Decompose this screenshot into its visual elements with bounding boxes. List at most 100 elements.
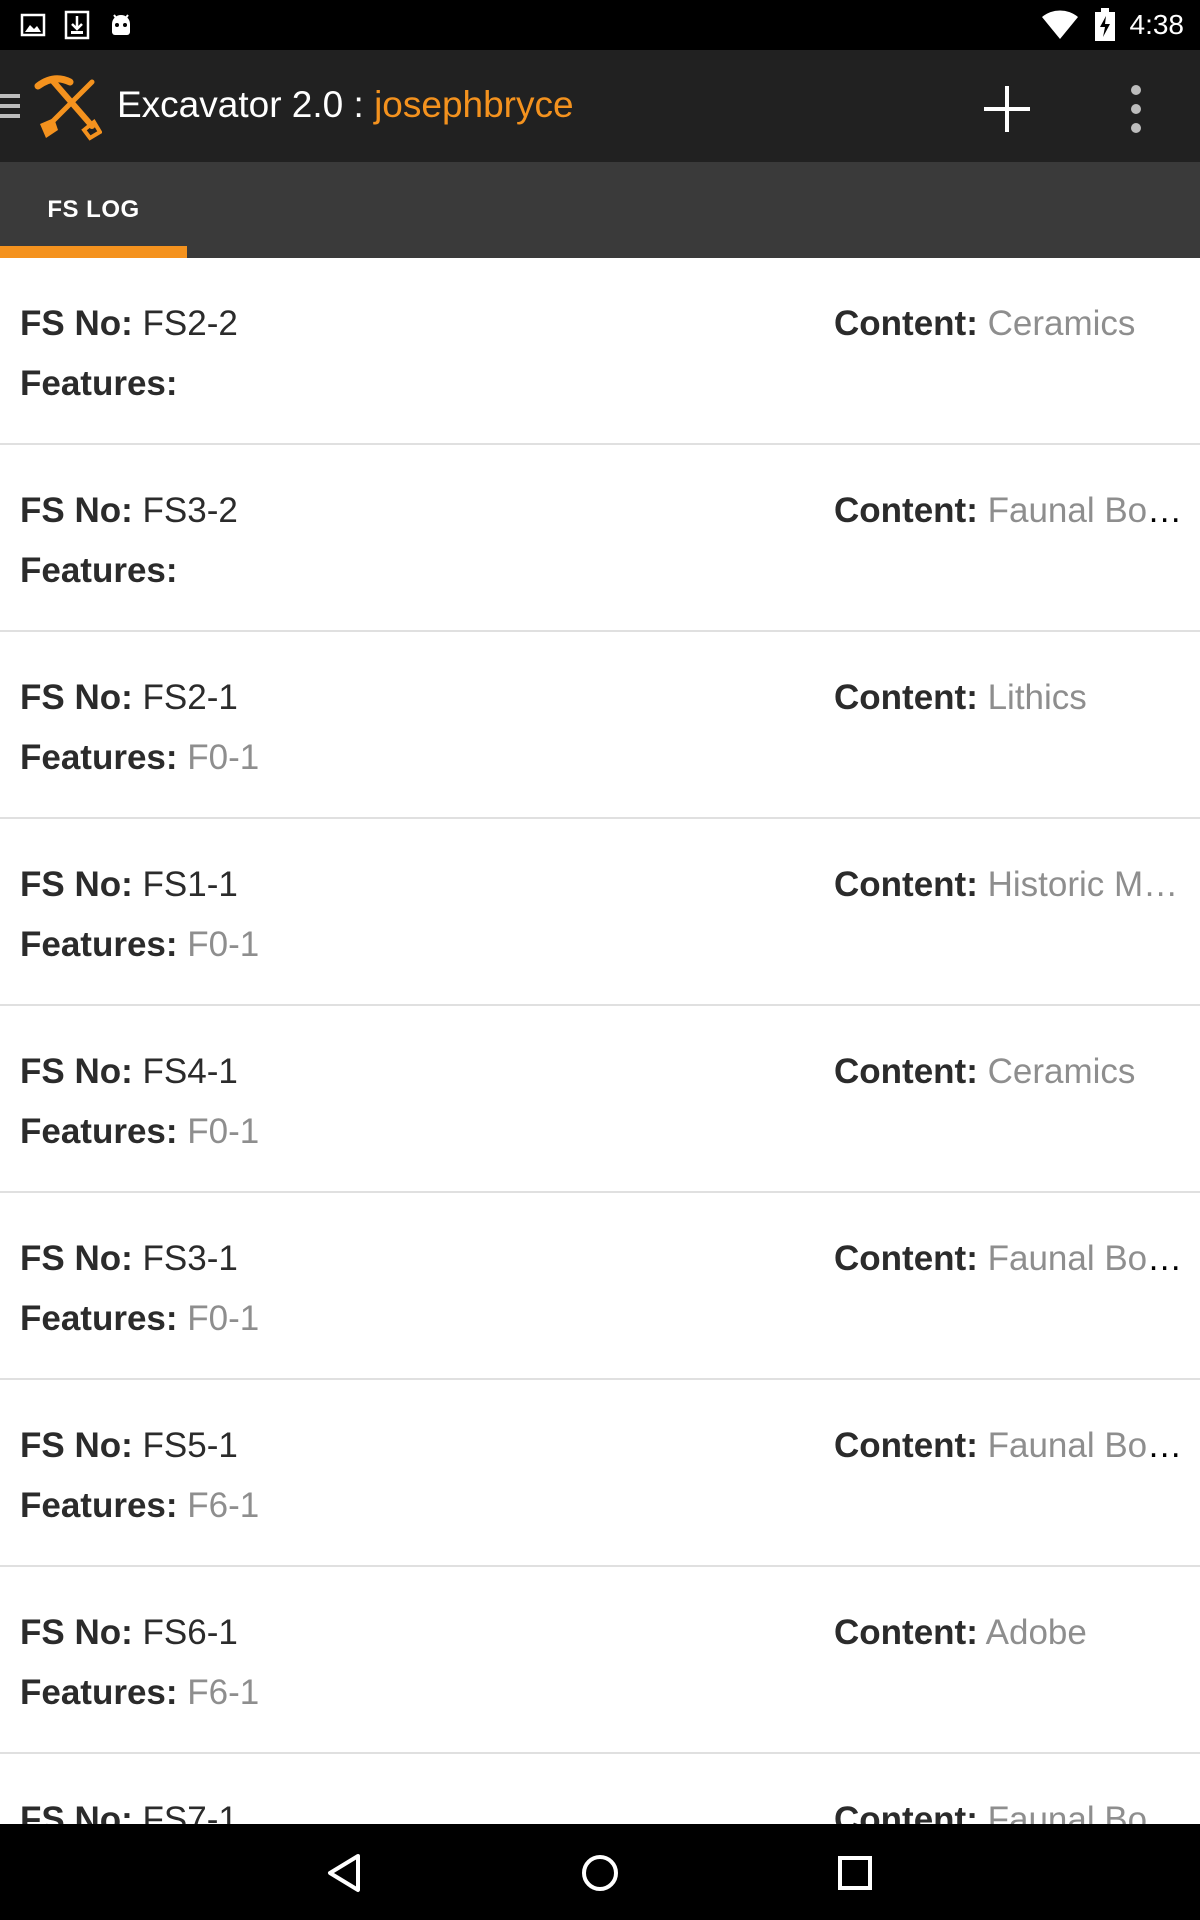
features-field: Features: F0-1 (20, 1112, 259, 1152)
pickaxe-shovel-logo-icon[interactable] (32, 72, 102, 142)
content-value: Faunal Bone (987, 1426, 1184, 1465)
fs-record-row[interactable]: FS No: FS2-1 Features: F0-1 Content: Lithi… (0, 632, 1200, 819)
fs-no-value: FS2-2 (142, 304, 238, 343)
app-bar: Excavator 2.0 : josephbryce (0, 50, 1200, 162)
tab-bar: FS LOG (0, 162, 1200, 258)
username: josephbryce (374, 84, 574, 125)
features-field: Features: F0-1 (20, 925, 259, 965)
content-field: Content: Faunal Bone (834, 1239, 1184, 1279)
content-value: Ceramics (987, 304, 1136, 343)
content-label: Content: (834, 1613, 978, 1652)
features-value: F0-1 (187, 925, 260, 964)
fs-no-field: FS No: FS3-2 (20, 491, 238, 531)
features-label: Features: (20, 925, 178, 964)
fs-log-list[interactable]: FS No: FS2-2 Features: Content: Ceramics F… (0, 258, 1200, 1824)
features-value: F0-1 (187, 738, 260, 777)
fs-record-row[interactable]: FS No: FS7-1Features: Content: Faunal Bo… (0, 1754, 1200, 1824)
fs-no-field: FS No: FS7-1 (20, 1800, 238, 1824)
fs-no-field: FS No: FS3-1 (20, 1239, 238, 1279)
features-label: Features: (20, 1299, 178, 1338)
fs-record-row[interactable]: FS No: FS5-1 Features: F6-1 Content: Fauna… (0, 1380, 1200, 1567)
more-vert-icon[interactable] (1106, 78, 1166, 140)
fs-no-label: FS No: (20, 1239, 133, 1278)
content-value: Faunal Bone (987, 1239, 1184, 1278)
features-label: Features: (20, 1112, 178, 1151)
content-value: Historic M… (987, 865, 1179, 904)
fs-record-row[interactable]: FS No: FS4-1 Features: F0-1 Content: Ceram… (0, 1006, 1200, 1193)
drawer-menu-icon[interactable] (0, 92, 22, 120)
tab-selected-indicator (0, 246, 187, 258)
content-value: Adobe (985, 1613, 1087, 1652)
fs-no-label: FS No: (20, 1052, 133, 1091)
content-value: Faunal Bone (987, 491, 1184, 530)
features-field: Features: (20, 551, 178, 591)
fs-no-field: FS No: FS2-2 (20, 304, 238, 344)
fs-record-row[interactable]: FS No: FS2-2 Features: Content: Ceramics (0, 258, 1200, 445)
content-label: Content: (834, 1052, 978, 1091)
fs-no-field: FS No: FS2-1 (20, 678, 238, 718)
content-field: Content: Ceramics (834, 304, 1135, 344)
back-icon[interactable] (318, 1846, 372, 1900)
fs-no-value: FS3-2 (142, 491, 238, 530)
fs-record-row[interactable]: FS No: FS3-1 Features: F0-1 Content: Fauna… (0, 1193, 1200, 1380)
fs-no-label: FS No: (20, 1426, 133, 1465)
status-bar: 4:38 (0, 0, 1200, 50)
content-value: Ceramics (987, 1052, 1136, 1091)
fs-no-field: FS No: FS4-1 (20, 1052, 238, 1092)
fs-no-field: FS No: FS5-1 (20, 1426, 238, 1466)
features-label: Features: (20, 551, 178, 590)
image-icon (20, 13, 46, 37)
content-field: Content: Ceramics (834, 1052, 1135, 1092)
features-field: Features: F6-1 (20, 1486, 259, 1526)
home-icon[interactable] (573, 1846, 627, 1900)
fs-no-value: FS7-1 (142, 1800, 238, 1824)
content-field: Content: Lithics (834, 678, 1087, 718)
content-field: Content: Faunal Bone (834, 1800, 1184, 1824)
tab-fs-log[interactable]: FS LOG (0, 162, 187, 258)
fs-no-label: FS No: (20, 1800, 133, 1824)
android-icon (112, 14, 130, 35)
content-label: Content: (834, 678, 978, 717)
content-label: Content: (834, 1239, 978, 1278)
recents-icon[interactable] (828, 1846, 882, 1900)
app-title-prefix: Excavator 2.0 : (117, 84, 375, 125)
fs-no-value: FS1-1 (142, 865, 238, 904)
fs-record-row[interactable]: FS No: FS6-1 Features: F6-1 Content: Adobe (0, 1567, 1200, 1754)
content-value: Lithics (987, 678, 1087, 717)
wifi-icon (1041, 10, 1078, 40)
fs-no-value: FS2-1 (142, 678, 238, 717)
content-field: Content: Faunal Bone (834, 1426, 1184, 1466)
content-field: Content: Adobe (834, 1613, 1087, 1653)
fs-no-field: FS No: FS1-1 (20, 865, 238, 905)
features-field: Features: F0-1 (20, 1299, 259, 1339)
features-value: F0-1 (187, 1112, 260, 1151)
tab-label: FS LOG (47, 196, 140, 223)
fs-no-label: FS No: (20, 1613, 133, 1652)
features-field: Features: F0-1 (20, 738, 259, 778)
fs-no-label: FS No: (20, 865, 133, 904)
content-label: Content: (834, 865, 978, 904)
navigation-bar (0, 1824, 1200, 1920)
content-value: Faunal Bone (987, 1800, 1184, 1824)
features-value: F6-1 (187, 1673, 260, 1712)
fs-no-value: FS3-1 (142, 1239, 238, 1278)
fs-no-label: FS No: (20, 304, 133, 343)
fs-no-field: FS No: FS6-1 (20, 1613, 238, 1653)
content-label: Content: (834, 1800, 978, 1824)
fs-no-value: FS6-1 (142, 1613, 238, 1652)
fs-record-row[interactable]: FS No: FS3-2 Features: Content: Faunal Bo… (0, 445, 1200, 632)
features-value: F6-1 (187, 1486, 260, 1525)
content-field: Content: Faunal Bone (834, 491, 1184, 531)
status-time: 4:38 (1129, 9, 1185, 40)
features-field: Features: F6-1 (20, 1673, 259, 1713)
features-label: Features: (20, 738, 178, 777)
battery-charging-icon (1094, 8, 1115, 41)
fs-record-row[interactable]: FS No: FS1-1 Features: F0-1 Content: Histo… (0, 819, 1200, 1006)
content-field: Content: Historic M… (834, 865, 1178, 905)
fs-no-value: FS4-1 (142, 1052, 238, 1091)
features-label: Features: (20, 1673, 178, 1712)
content-label: Content: (834, 1426, 978, 1465)
features-field: Features: (20, 364, 178, 404)
features-value: F0-1 (187, 1299, 260, 1338)
add-icon[interactable] (976, 78, 1038, 140)
